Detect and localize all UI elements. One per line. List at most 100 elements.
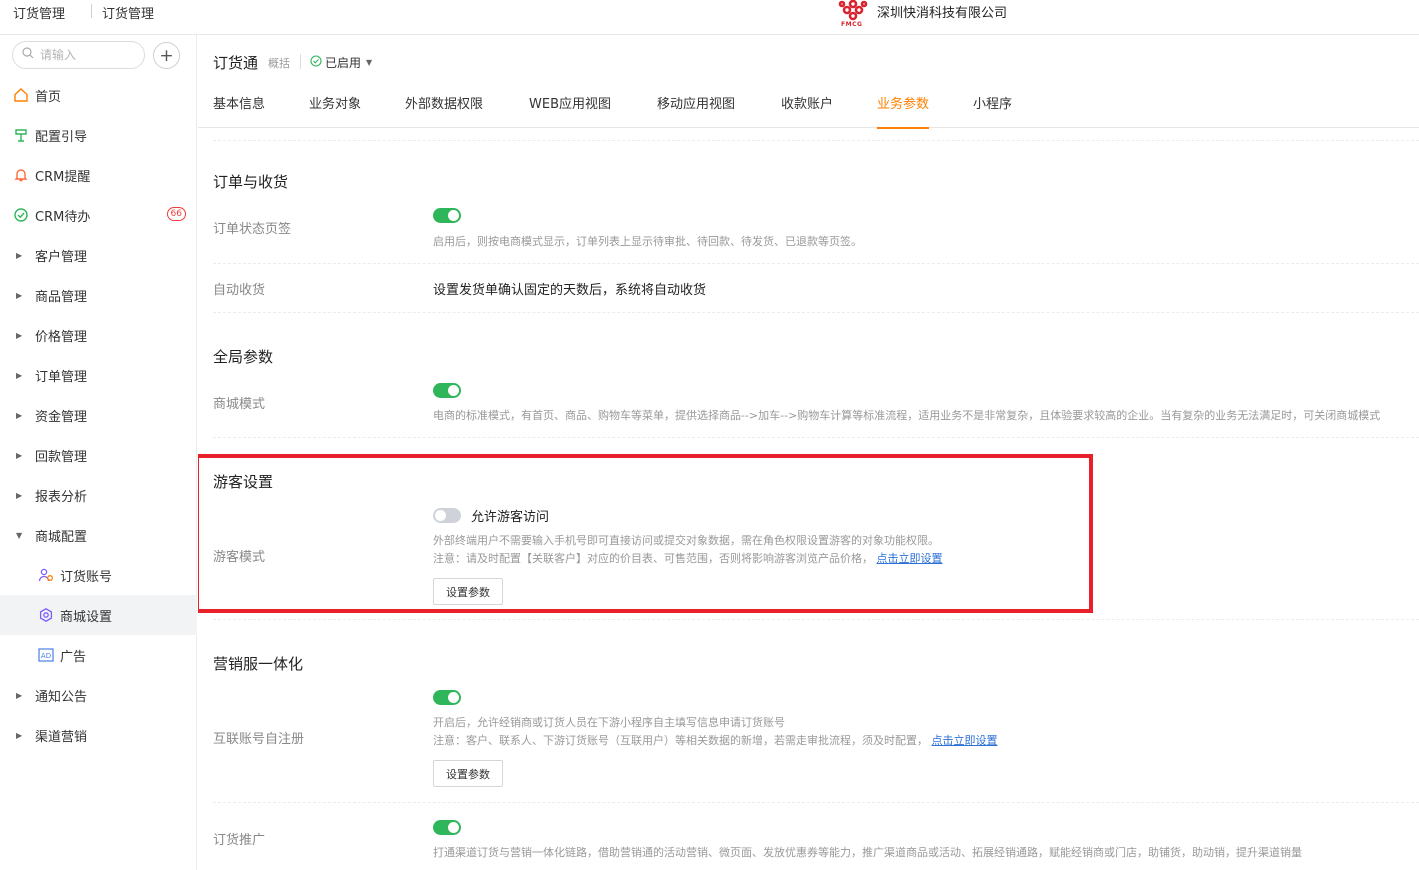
sidebar-item-label: 通知公告 <box>35 689 88 705</box>
caret-right-icon: ▶ <box>16 290 23 300</box>
sidebar-item-funds[interactable]: ▶ 资金管理 <box>0 395 197 435</box>
guest-settings-highlight-frame <box>198 454 1093 613</box>
mall-mode-toggle[interactable] <box>433 383 461 398</box>
caret-down-icon: ▼ <box>366 58 373 67</box>
tab-mobile-view[interactable]: 移动应用视图 <box>657 93 735 128</box>
caret-right-icon: ▶ <box>16 250 23 260</box>
sidebar-item-label: 报表分析 <box>35 489 88 505</box>
section-title-order: 订单与收货 <box>213 173 289 191</box>
status-label: 已启用 <box>325 56 362 70</box>
divider <box>213 140 1419 141</box>
company-name: 深圳快消科技有限公司 <box>877 6 1008 21</box>
sidebar-item-order-accounts[interactable]: 订货账号 <box>0 555 197 595</box>
self-register-label: 互联账号自注册 <box>213 732 305 747</box>
auto-receive-label: 自动收货 <box>213 283 266 298</box>
sidebar-item-channel-marketing[interactable]: ▶ 渠道营销 <box>0 715 197 755</box>
sidebar-item-label: 首页 <box>35 89 62 105</box>
sidebar-item-label: 广告 <box>60 649 87 665</box>
tab-mini-program[interactable]: 小程序 <box>973 93 1012 128</box>
page-title: 订货通 <box>213 54 259 72</box>
self-register-set-params-button[interactable]: 设置参数 <box>433 760 503 787</box>
guide-icon <box>12 127 30 143</box>
svg-text:AD: AD <box>41 652 51 660</box>
todo-count-badge: 66 <box>166 207 186 221</box>
header-divider <box>300 54 301 69</box>
overview-link[interactable]: 概括 <box>268 55 290 71</box>
sidebar-item-label: 客户管理 <box>35 249 88 265</box>
order-status-tab-desc: 启用后，则按电商模式显示，订单列表上显示待审批、待回款、待发货、已退款等页签。 <box>433 235 862 248</box>
sidebar-item-customers[interactable]: ▶ 客户管理 <box>0 235 197 275</box>
mall-mode-desc: 电商的标准模式，有首页、商品、购物车等菜单，提供选择商品-->加车-->购物车计… <box>433 409 1381 422</box>
sidebar-item-home[interactable]: 首页 <box>0 75 197 115</box>
tab-business-params[interactable]: 业务参数 <box>877 93 930 129</box>
sidebar-item-reports[interactable]: ▶ 报表分析 <box>0 475 197 515</box>
sidebar-item-orders[interactable]: ▶ 订单管理 <box>0 355 197 395</box>
check-circle-icon <box>12 207 30 223</box>
caret-down-icon: ▼ <box>16 530 23 540</box>
self-register-note-text: 注意：客户、联系人、下游订货账号（互联用户）等相关数据的新增，若需走审批流程，须… <box>433 734 928 747</box>
caret-right-icon: ▶ <box>16 730 23 740</box>
caret-right-icon: ▶ <box>16 690 23 700</box>
sidebar-item-ads[interactable]: AD 广告 <box>0 635 197 675</box>
caret-right-icon: ▶ <box>16 370 23 380</box>
sidebar-item-products[interactable]: ▶ 商品管理 <box>0 275 197 315</box>
divider <box>213 802 1419 803</box>
ad-icon: AD <box>37 648 55 662</box>
sidebar-item-guide[interactable]: 配置引导 <box>0 115 197 155</box>
sidebar-item-mall-config[interactable]: ▼ 商城配置 <box>0 515 197 555</box>
check-circle-icon <box>310 55 322 70</box>
sidebar-item-mall-settings[interactable]: 商城设置 <box>0 595 197 635</box>
sidebar-search[interactable] <box>12 41 145 69</box>
status-dropdown[interactable]: 已启用 ▼ <box>310 54 372 71</box>
logo-text: FMCG <box>841 21 863 28</box>
section-title-marketing: 营销服一体化 <box>213 655 304 673</box>
order-promo-desc: 打通渠道订货与营销一体化链路，借助营销通的活动营销、微页面、发放优惠券等能力，推… <box>433 846 1302 859</box>
app-header: 订货通 概括 已启用 ▼ 基本信息 业务对象 外部数据权限 WEB应用视图 移动… <box>198 35 1419 129</box>
breadcrumb-divider <box>91 4 92 18</box>
add-button[interactable]: + <box>153 42 180 69</box>
caret-right-icon: ▶ <box>16 330 23 340</box>
mall-mode-label: 商城模式 <box>213 397 266 412</box>
search-input[interactable] <box>40 48 130 62</box>
tab-business-objects[interactable]: 业务对象 <box>309 93 361 128</box>
users-icon <box>37 567 55 583</box>
tab-payment-accounts[interactable]: 收款账户 <box>781 93 833 128</box>
sidebar-item-crm-reminder[interactable]: CRM提醒 <box>0 155 197 195</box>
sidebar-item-label: 配置引导 <box>35 129 88 145</box>
search-icon <box>22 47 34 63</box>
divider <box>213 437 1419 438</box>
order-promo-toggle[interactable] <box>433 820 461 835</box>
params-content: 订单与收货 订单状态页签 启用后，则按电商模式显示，订单列表上显示待审批、待回款… <box>198 129 1419 870</box>
tab-web-view[interactable]: WEB应用视图 <box>529 93 611 128</box>
breadcrumb-root[interactable]: 订货管理 <box>13 3 65 22</box>
sidebar-item-label: 订单管理 <box>35 369 88 385</box>
home-icon <box>12 87 30 103</box>
sidebar-item-label: 资金管理 <box>35 409 88 425</box>
divider <box>213 312 1419 313</box>
top-bar: 订货管理 订货管理 FMCG 深圳快消科技有限公司 <box>0 0 1419 35</box>
sidebar-item-prices[interactable]: ▶ 价格管理 <box>0 315 197 355</box>
sidebar-item-label: 渠道营销 <box>35 729 88 745</box>
tab-basic-info[interactable]: 基本信息 <box>213 93 265 128</box>
self-register-note: 注意：客户、联系人、下游订货账号（互联用户）等相关数据的新增，若需走审批流程，须… <box>433 732 998 748</box>
sidebar-item-notices[interactable]: ▶ 通知公告 <box>0 675 197 715</box>
sidebar-item-label: CRM待办 <box>35 209 91 225</box>
section-title-global: 全局参数 <box>213 348 274 366</box>
sidebar-item-label: CRM提醒 <box>35 169 91 185</box>
tab-external-permissions[interactable]: 外部数据权限 <box>405 93 483 128</box>
self-register-toggle[interactable] <box>433 690 461 705</box>
order-promo-label: 订货推广 <box>213 833 266 848</box>
sidebar-item-crm-todo[interactable]: CRM待办 66 <box>0 195 197 235</box>
order-status-tab-label: 订单状态页签 <box>213 222 292 237</box>
caret-right-icon: ▶ <box>16 490 23 500</box>
sidebar-item-label: 商城设置 <box>60 609 113 625</box>
sidebar-item-label: 商城配置 <box>35 529 88 545</box>
sidebar-item-payments[interactable]: ▶ 回款管理 <box>0 435 197 475</box>
breadcrumb-current[interactable]: 订货管理 <box>102 3 154 22</box>
order-status-tab-toggle[interactable] <box>433 208 461 223</box>
self-register-setup-link[interactable]: 点击立即设置 <box>932 734 998 747</box>
sidebar-item-label: 订货账号 <box>60 569 113 585</box>
company-logo-icon: FMCG <box>838 0 868 30</box>
caret-right-icon: ▶ <box>16 410 23 420</box>
company-brand: FMCG 深圳快消科技有限公司 <box>838 0 1007 30</box>
